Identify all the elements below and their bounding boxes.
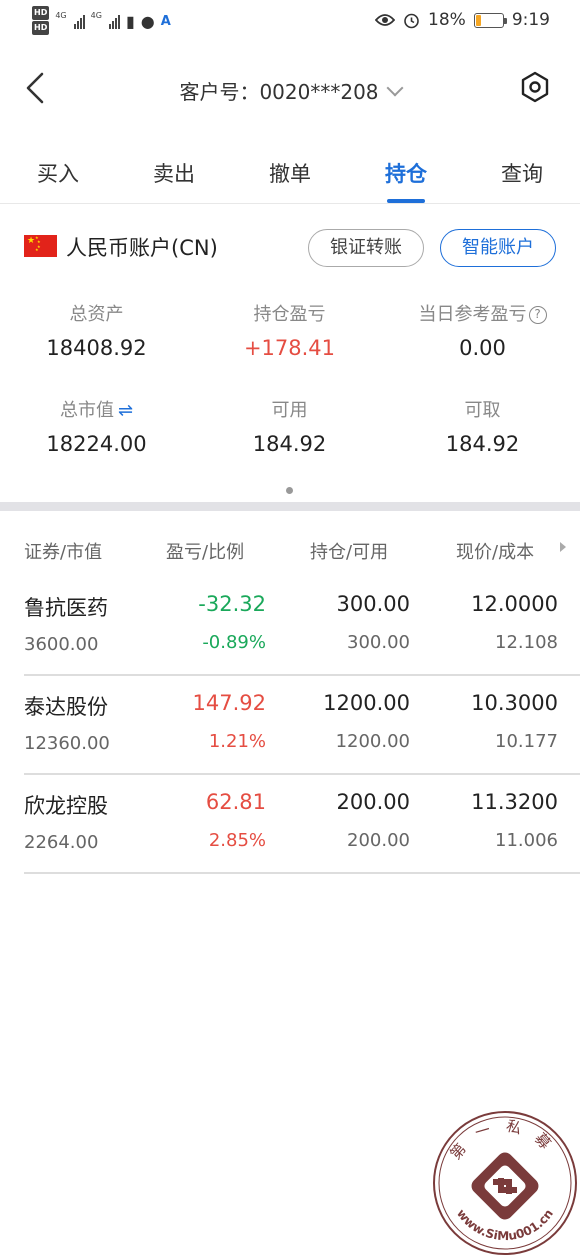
chevron-down-icon bbox=[386, 79, 404, 97]
asset-summary: 总资产 18408.92 持仓盈亏 +178.41 当日参考盈亏? 0.00 总… bbox=[0, 300, 580, 492]
stock-price: 11.3200 bbox=[471, 790, 558, 814]
available-label: 可用 bbox=[271, 400, 308, 421]
swap-icon[interactable]: ⇌ bbox=[118, 400, 133, 421]
sim-icon: ▮ bbox=[125, 11, 135, 31]
app-header: 客户号：0020***208 bbox=[0, 58, 580, 118]
stock-position: 200.00 bbox=[336, 790, 410, 814]
withdrawable-funds: 可取 184.92 bbox=[386, 396, 579, 492]
today-pl-label: 当日参考盈亏 bbox=[418, 304, 527, 325]
stock-pl: 62.81 bbox=[205, 790, 266, 814]
settings-button[interactable] bbox=[518, 70, 552, 104]
table-row[interactable]: 鲁抗医药 3600.00 -32.32 -0.89% 300.00 300.00… bbox=[0, 578, 580, 676]
clock: 9:19 bbox=[511, 10, 550, 30]
message-icon: ● bbox=[140, 11, 155, 31]
signal-icon bbox=[73, 13, 85, 29]
tab-cancel-order[interactable]: 撤单 bbox=[232, 140, 348, 203]
header-security: 证券/市值 bbox=[24, 542, 103, 563]
stock-position: 1200.00 bbox=[323, 691, 410, 715]
tab-buy[interactable]: 买入 bbox=[0, 140, 116, 203]
smart-account-button[interactable]: 智能账户 bbox=[440, 229, 556, 267]
stock-price: 12.0000 bbox=[471, 592, 558, 616]
available-value: 184.92 bbox=[252, 432, 327, 456]
row-divider bbox=[24, 872, 580, 874]
tab-sell[interactable]: 卖出 bbox=[116, 140, 232, 203]
market-value-value: 18224.00 bbox=[46, 432, 147, 456]
stock-available: 300.00 bbox=[347, 632, 410, 653]
page-indicator-dot bbox=[286, 487, 293, 494]
total-assets-value: 18408.92 bbox=[46, 336, 147, 360]
account-name: 人民币账户(CN) bbox=[66, 236, 218, 260]
row-divider bbox=[24, 773, 580, 775]
table-row[interactable]: 泰达股份 12360.00 147.92 1.21% 1200.00 1200.… bbox=[0, 677, 580, 775]
stock-market-value: 2264.00 bbox=[24, 832, 99, 853]
stock-price: 10.3000 bbox=[471, 691, 558, 715]
stock-market-value: 3600.00 bbox=[24, 634, 99, 655]
eye-icon bbox=[375, 14, 396, 26]
total-assets-label: 总资产 bbox=[69, 304, 124, 325]
network-label-1: 4G bbox=[55, 10, 67, 20]
stock-name: 鲁抗医药 bbox=[24, 596, 108, 620]
help-icon[interactable]: ? bbox=[528, 306, 547, 324]
today-pl: 当日参考盈亏? 0.00 bbox=[386, 300, 579, 396]
section-divider bbox=[0, 502, 580, 511]
stock-available: 1200.00 bbox=[335, 731, 410, 752]
stock-name: 泰达股份 bbox=[24, 695, 108, 719]
watermark-logo: 第一私募 www.SiMu001.cn bbox=[433, 1111, 577, 1255]
position-pl-value: +178.41 bbox=[243, 336, 336, 360]
total-assets: 总资产 18408.92 bbox=[0, 300, 193, 396]
network-label-2: 4G bbox=[90, 10, 102, 20]
gear-icon bbox=[521, 71, 549, 103]
row-divider bbox=[24, 674, 580, 676]
stock-cost: 12.108 bbox=[495, 632, 558, 653]
stock-pl-ratio: 2.85% bbox=[208, 830, 266, 851]
app-notification-icon: A bbox=[160, 13, 171, 29]
header-price: 现价/成本 bbox=[456, 542, 535, 563]
tab-positions[interactable]: 持仓 bbox=[348, 140, 464, 203]
alarm-icon bbox=[404, 13, 419, 28]
market-value-label: 总市值 bbox=[59, 400, 114, 421]
stock-pl-ratio: 1.21% bbox=[208, 731, 266, 752]
position-pl: 持仓盈亏 +178.41 bbox=[193, 300, 386, 396]
stock-position: 300.00 bbox=[336, 592, 410, 616]
china-flag-icon: ★ ★ ★ ★ ★ bbox=[24, 235, 57, 257]
position-pl-label: 持仓盈亏 bbox=[253, 304, 326, 325]
battery-icon bbox=[473, 12, 507, 28]
today-pl-value: 0.00 bbox=[459, 336, 506, 360]
hd-icon: HD HD bbox=[32, 6, 50, 36]
positions-table-header: 证券/市值 盈亏/比例 持仓/可用 现价/成本 bbox=[0, 530, 580, 570]
market-value: 总市值 ⇌ 18224.00 bbox=[0, 396, 193, 492]
header-position: 持仓/可用 bbox=[310, 542, 389, 563]
scroll-right-icon[interactable] bbox=[560, 542, 566, 552]
header-pl: 盈亏/比例 bbox=[166, 542, 245, 563]
stock-market-value: 12360.00 bbox=[24, 733, 110, 754]
stock-name: 欣龙控股 bbox=[24, 794, 108, 818]
withdrawable-value: 184.92 bbox=[445, 432, 520, 456]
stock-pl: 147.92 bbox=[192, 691, 266, 715]
client-number: 客户号：0020***208 bbox=[179, 80, 379, 104]
client-selector[interactable]: 客户号：0020***208 bbox=[0, 76, 580, 105]
stock-pl-ratio: -0.89% bbox=[202, 632, 266, 653]
tab-query[interactable]: 查询 bbox=[464, 140, 580, 203]
table-row[interactable]: 欣龙控股 2264.00 62.81 2.85% 200.00 200.00 1… bbox=[0, 776, 580, 874]
stock-cost: 11.006 bbox=[495, 830, 558, 851]
status-bar: HD HD 4G 4G ▮ ● A 18% 9:19 bbox=[0, 0, 580, 44]
trade-tabs: 买入 卖出 撤单 持仓 查询 bbox=[0, 140, 580, 204]
available-funds: 可用 184.92 bbox=[193, 396, 386, 492]
battery-percent: 18% bbox=[428, 10, 466, 30]
withdrawable-label: 可取 bbox=[464, 400, 501, 421]
stock-available: 200.00 bbox=[347, 830, 410, 851]
bank-transfer-button[interactable]: 银证转账 bbox=[308, 229, 424, 267]
stock-cost: 10.177 bbox=[495, 731, 558, 752]
stock-pl: -32.32 bbox=[198, 592, 266, 616]
signal-icon-2 bbox=[108, 13, 120, 29]
account-row: ★ ★ ★ ★ ★ 人民币账户(CN) 银证转账 智能账户 bbox=[0, 226, 580, 276]
